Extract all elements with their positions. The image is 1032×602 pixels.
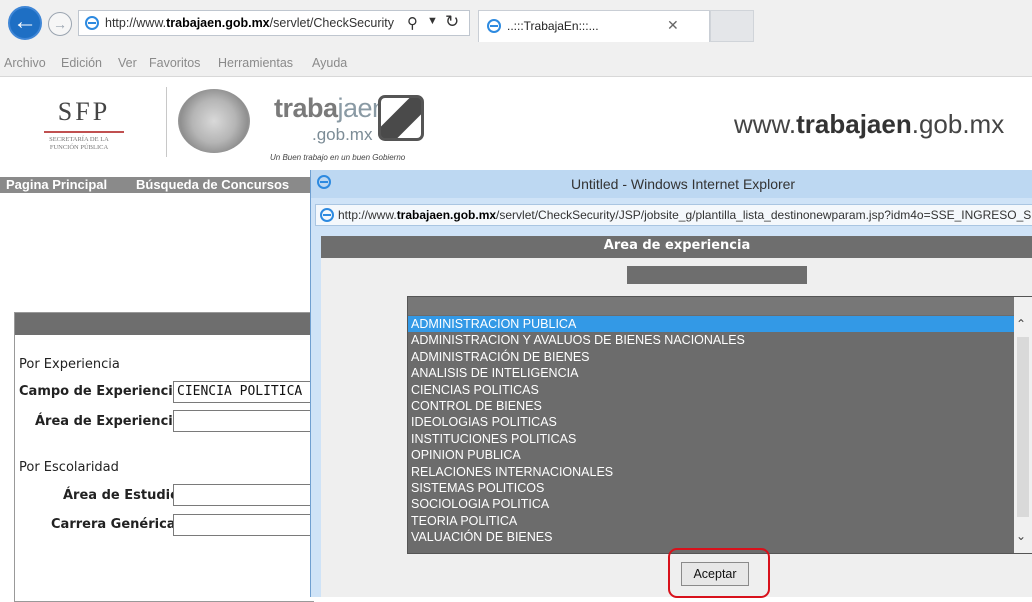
popup-window: Untitled - Windows Internet Explorer htt… <box>310 170 1032 597</box>
chevron-up-icon[interactable]: ⌃ <box>1016 317 1026 331</box>
list-header-bar <box>408 297 1014 315</box>
list-item[interactable]: ADMINISTRACION PUBLICA <box>408 316 1014 333</box>
ie-icon <box>85 16 99 30</box>
browser-tab[interactable]: ..:::TrabajaEn:::... ✕ <box>478 10 710 42</box>
menu-herramientas[interactable]: Herramientas <box>218 56 293 70</box>
section-por-escolaridad: Por Escolaridad <box>19 460 119 475</box>
new-tab-button[interactable] <box>710 10 754 42</box>
address-url[interactable]: http://www.trabajaen.gob.mx/servlet/Chec… <box>105 16 394 30</box>
sfp-logo-rule <box>44 131 124 133</box>
list-item[interactable]: SISTEMAS POLITICOS <box>408 480 1014 496</box>
address-bar[interactable]: http://www.trabajaen.gob.mx/servlet/Chec… <box>78 10 470 36</box>
sfp-logo-text: SFP <box>57 97 111 126</box>
area-estudio-label: Área de Estudio <box>63 488 180 503</box>
section-por-experiencia: Por Experiencia <box>19 357 120 372</box>
area-title: Area de experiencia <box>603 238 751 253</box>
form-header-bar <box>15 313 315 335</box>
browser-chrome: ← → http://www.trabajaen.gob.mx/servlet/… <box>0 0 1032 52</box>
scroll-thumb[interactable] <box>1017 337 1029 517</box>
trabajaen-slogan: Un Buen trabajo en un buen Gobierno <box>270 153 406 162</box>
list-item[interactable]: IDEOLOGIAS POLITICAS <box>408 414 1014 430</box>
menu-favoritos[interactable]: Favoritos <box>149 56 200 70</box>
search-icon[interactable]: ⚲ <box>407 14 418 32</box>
popup-title: Untitled - Windows Internet Explorer <box>571 176 796 192</box>
list-item[interactable]: CIENCIAS POLITICAS <box>408 382 1014 398</box>
list-item[interactable]: SOCIOLOGIA POLITICA <box>408 496 1014 512</box>
trabajaen-logo-domain: .gob.mx <box>312 125 373 144</box>
carrera-generica-label: Carrera Genérica <box>51 517 176 532</box>
list-item[interactable]: ANALISIS DE INTELIGENCIA <box>408 365 1014 381</box>
carrera-generica-field[interactable] <box>173 514 315 536</box>
chevron-down-icon[interactable]: ▼ <box>427 15 438 27</box>
campo-experiencia-field[interactable]: CIENCIA POLITICA <box>173 381 315 403</box>
menu-ayuda[interactable]: Ayuda <box>312 56 347 70</box>
menu-ver[interactable]: Ver <box>118 56 137 70</box>
list-item[interactable]: ADMINISTRACION Y AVALUOS DE BIENES NACIO… <box>408 332 1014 348</box>
back-button[interactable]: ← <box>8 6 42 40</box>
list-item[interactable]: INSTITUCIONES POLITICAS <box>408 431 1014 447</box>
forward-button[interactable]: → <box>48 12 72 36</box>
list-item[interactable]: CONTROL DE BIENES <box>408 398 1014 414</box>
refresh-icon[interactable]: ↻ <box>445 12 459 32</box>
campo-experiencia-label: Campo de Experiencia <box>19 384 182 399</box>
list-items: ADMINISTRACION PUBLICA ADMINISTRACION Y A… <box>408 316 1014 545</box>
menu-bar: Archivo Edición Ver Favoritos Herramient… <box>0 52 1032 77</box>
nav-busqueda-concursos[interactable]: Búsqueda de Concursos <box>136 177 289 192</box>
search-form: Por Experiencia Campo de Experiencia CIE… <box>14 312 315 602</box>
ie-icon <box>317 175 331 189</box>
highlight-annotation <box>668 548 770 598</box>
tab-label: ..:::TrabajaEn:::... <box>507 19 599 33</box>
area-header: Area de experiencia <box>321 236 1032 258</box>
nav-pagina-principal[interactable]: Pagina Principal <box>6 177 107 192</box>
list-item[interactable]: VALUACIÓN DE BIENES <box>408 529 1014 545</box>
nav-bar: Pagina Principal Búsqueda de Concursos <box>0 177 320 193</box>
trabajaen-logo-icon <box>378 95 424 141</box>
area-experiencia-list[interactable]: ADMINISTRACION PUBLICA ADMINISTRACION Y A… <box>407 296 1032 554</box>
sfp-logo-subtitle: SECRETARÍA DE LA FUNCIÓN PÚBLICA <box>49 136 109 151</box>
list-scrollbar[interactable]: ⌃ ⌄ <box>1014 297 1032 553</box>
menu-archivo[interactable]: Archivo <box>4 56 46 70</box>
ie-icon <box>320 208 334 222</box>
area-experiencia-label: Área de Experiencia <box>35 414 182 429</box>
list-item[interactable]: ADMINISTRACIÓN DE BIENES <box>408 349 1014 365</box>
list-item[interactable]: RELACIONES INTERNACIONALES <box>408 464 1014 480</box>
popup-titlebar[interactable]: Untitled - Windows Internet Explorer <box>311 170 1032 198</box>
ie-icon <box>487 19 501 33</box>
trabajaen-logo: trabajaen .gob.mx Un Buen trabajo en un … <box>260 91 430 165</box>
close-icon[interactable]: ✕ <box>667 17 679 34</box>
national-seal-image <box>178 89 250 153</box>
chevron-down-icon[interactable]: ⌄ <box>1016 529 1026 543</box>
sfp-logo: SFP SECRETARÍA DE LA FUNCIÓN PÚBLICA <box>44 97 124 152</box>
menu-edicion[interactable]: Edición <box>61 56 102 70</box>
divider <box>166 87 167 157</box>
popup-address-bar: http://www.trabajaen.gob.mx/servlet/Chec… <box>315 204 1032 226</box>
list-item[interactable]: OPINION PUBLICA <box>408 447 1014 463</box>
popup-url: http://www.trabajaen.gob.mx/servlet/Chec… <box>338 208 1032 222</box>
trabajaen-logo-word: trabajaen <box>274 93 387 123</box>
area-experiencia-field[interactable] <box>173 410 315 432</box>
list-item[interactable]: TEORIA POLITICA <box>408 513 1014 529</box>
popup-content: Area de experiencia ADMINISTRACION PUBLI… <box>321 236 1032 597</box>
area-filter-bar <box>627 266 807 284</box>
site-url: www.trabajaen.gob.mx <box>734 109 1005 139</box>
area-estudio-field[interactable] <box>173 484 315 506</box>
